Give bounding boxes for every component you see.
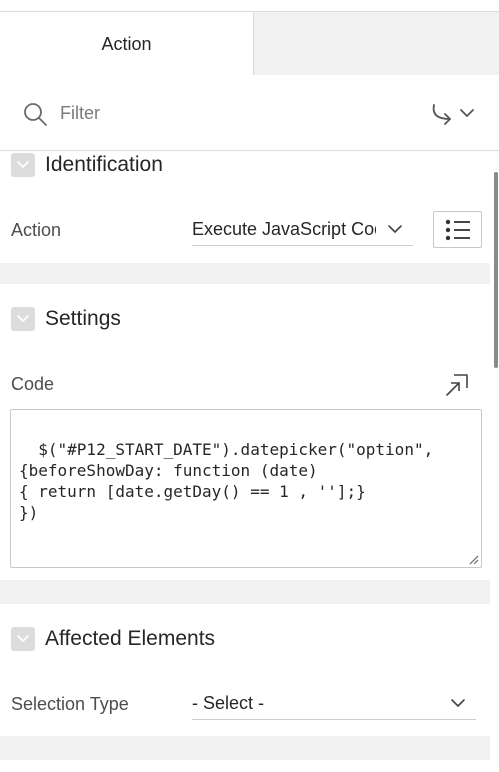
action-label: Action [11,220,62,240]
filter-input[interactable] [60,99,360,127]
open-code-editor-icon[interactable] [445,373,469,397]
chevron-down-icon [388,225,402,233]
chevron-down-icon [17,161,29,168]
code-text: $("#P12_START_DATE").datepicker("option"… [19,440,434,522]
go-to-group-icon[interactable] [428,101,480,125]
code-editor[interactable]: $("#P12_START_DATE").datepicker("option"… [10,409,482,568]
section-title-identification: Identification [45,153,163,176]
resize-grip-icon[interactable] [467,553,479,565]
selection-type-label: Selection Type [11,694,129,714]
section-header-identification[interactable]: Identification [0,147,490,183]
tab-action[interactable]: Action [0,12,253,76]
section-header-affected-elements[interactable]: Affected Elements [0,621,490,657]
collapse-identification-button[interactable] [11,153,35,177]
tab-empty-area [253,12,499,76]
search-icon [24,103,47,126]
section-divider [0,736,490,760]
tab-action-label: Action [101,33,152,54]
selection-type-select[interactable]: - Select - [192,688,476,720]
filter-bar [0,75,499,151]
section-title-affected-elements: Affected Elements [45,627,216,650]
section-title-settings: Settings [45,307,121,330]
code-label: Code [11,374,55,394]
tab-bar: Action [0,11,499,76]
list-values-button[interactable] [433,211,482,248]
chevron-down-icon [17,315,29,322]
collapse-settings-button[interactable] [11,307,35,331]
chevron-down-icon [451,699,465,707]
section-divider [0,263,490,284]
chevron-down-icon [17,635,29,642]
action-select[interactable]: Execute JavaScript Code [192,214,413,246]
list-icon [445,219,470,240]
section-header-settings[interactable]: Settings [0,301,490,337]
action-select-value: Execute JavaScript Code [192,219,376,239]
selection-type-value: - Select - [192,693,265,713]
vertical-scrollbar[interactable] [494,172,498,368]
section-divider [0,580,490,604]
collapse-affected-elements-button[interactable] [11,627,35,651]
